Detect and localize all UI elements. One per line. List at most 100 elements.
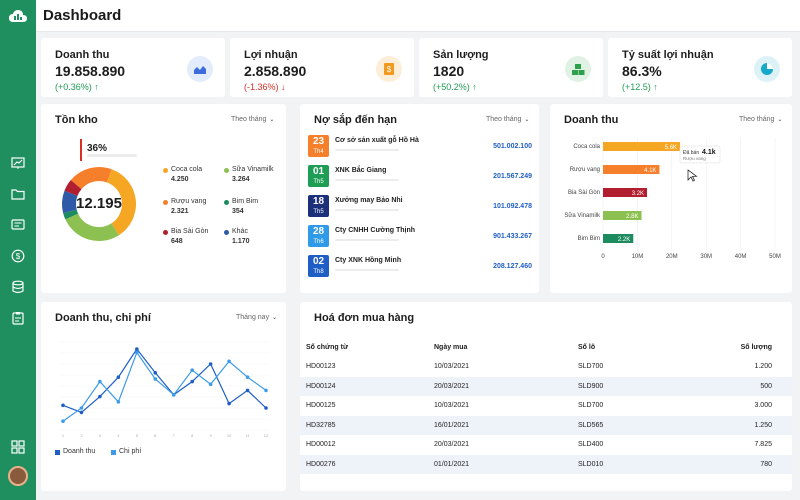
sidebar-item-database[interactable] <box>0 276 36 298</box>
debt-month: Th5 <box>313 209 324 215</box>
series-point[interactable] <box>171 393 176 397</box>
debts-period-select[interactable]: Theo tháng ⌄ <box>486 116 529 123</box>
table-row[interactable]: HD00276 01/01/2021 SLD010 780 <box>300 454 792 474</box>
series-point[interactable] <box>98 379 102 384</box>
debt-day: 02 <box>312 256 325 267</box>
table-cell: SLD700 <box>578 363 604 371</box>
col-header[interactable]: Số lô <box>572 337 682 357</box>
series-point[interactable] <box>208 382 213 387</box>
kpi-card-revenue[interactable]: Doanh thu 19.858.890 (+0.36%) ↑ <box>41 38 225 97</box>
revcost-line-chart: 1 2 3 4 5 6 7 8 9 10 11 12 <box>59 341 270 438</box>
bar-data-label: 4.1K <box>644 168 656 174</box>
sidebar-item-clipboard[interactable] <box>0 307 36 329</box>
x-tick-label: 9 <box>210 433 213 438</box>
series-point[interactable] <box>79 406 84 410</box>
series-line <box>62 348 267 414</box>
sidebar-item-folder[interactable] <box>0 183 36 205</box>
legend-label: Bia Sài Gòn <box>171 228 209 235</box>
series-point[interactable] <box>79 410 84 415</box>
dollar-icon: $ <box>11 249 25 263</box>
donut-slice[interactable] <box>64 179 82 197</box>
series-point[interactable] <box>116 400 121 404</box>
series-point[interactable] <box>264 406 268 410</box>
legend-swatch <box>163 168 168 173</box>
donut-slice[interactable] <box>65 213 119 241</box>
series-point[interactable] <box>245 388 250 393</box>
series-point[interactable] <box>208 362 213 366</box>
donut-highlight-pct: 36% <box>87 143 107 154</box>
legend-value: 648 <box>171 238 183 245</box>
legend-swatch <box>163 200 168 205</box>
bar-data-label: 2.8K <box>626 214 638 220</box>
series-point[interactable] <box>61 403 65 408</box>
debt-row[interactable]: 01 Th5 XNK Bắc Giang 201.567.249 <box>308 165 532 187</box>
series-point[interactable] <box>227 401 231 406</box>
kpi-card-profit[interactable]: Lợi nhuận 2.858.890 (-1.36%) ↓ $ <box>230 38 414 97</box>
tooltip-value: 4.1k <box>702 149 716 156</box>
debt-row[interactable]: 18 Th5 Xưởng may Bảo Nhi 101.092.478 <box>308 195 532 217</box>
series-point[interactable] <box>153 377 158 381</box>
debt-day: 28 <box>312 226 325 237</box>
series-point[interactable] <box>227 359 231 364</box>
series-point[interactable] <box>153 371 158 375</box>
x-tick-label: 1 <box>62 433 65 438</box>
series-point[interactable] <box>135 347 139 351</box>
money-icon: $ <box>376 56 402 82</box>
series-point[interactable] <box>116 375 121 379</box>
table-row[interactable]: HD00124 20/03/2021 SLD900 500 <box>300 376 792 396</box>
legend-label: Doanh thu <box>63 448 96 455</box>
kpi-value: 1820 <box>433 63 465 79</box>
kpi-card-margin[interactable]: Tỷ suất lợi nhuận 86.3% (+12.5) ↑ <box>608 38 792 97</box>
debt-date-badge: 28 Th6 <box>308 225 329 247</box>
table-cell: HD32785 <box>300 415 428 435</box>
boxes-icon <box>565 56 591 82</box>
debt-row[interactable]: 23 Th4 Cơ sở sản xuất gỗ Hồ Hà 501.002.100 <box>308 135 532 157</box>
col-header[interactable]: Số lượng <box>682 337 792 357</box>
bar-category-label: Bia Sài Gòn <box>568 190 600 196</box>
col-header[interactable]: Số chứng từ <box>300 337 428 357</box>
avatar[interactable] <box>8 466 28 486</box>
kpi-value: 19.858.890 <box>55 63 126 79</box>
table-cell: HD00012 <box>306 441 336 449</box>
series-point[interactable] <box>245 375 250 379</box>
series-point[interactable] <box>264 388 268 393</box>
table-row[interactable]: HD00125 10/03/2021 SLD700 3.000 <box>300 396 792 416</box>
donut-slice[interactable] <box>70 167 112 190</box>
series-point[interactable] <box>135 350 139 355</box>
debt-progress-track <box>335 149 399 151</box>
sidebar-item-chart[interactable] <box>0 152 36 174</box>
sidebar-item-dollar[interactable]: $ <box>0 245 36 267</box>
debt-date-badge: 18 Th5 <box>308 195 329 217</box>
debt-progress-track <box>335 179 399 181</box>
table-cell: 20/03/2021 <box>428 376 572 396</box>
col-header[interactable]: Ngày mua <box>428 337 572 357</box>
tooltip-sub: Rượu vang <box>683 156 706 161</box>
table-row[interactable]: HD00012 20/03/2021 SLD400 7.825 <box>300 435 792 455</box>
table-header-row: Số chứng từ Ngày mua Số lô Số lượng <box>300 337 792 357</box>
series-point[interactable] <box>190 379 194 384</box>
cloud-icon[interactable] <box>8 8 28 24</box>
debt-row[interactable]: 02 Th8 Cty XNK Hồng Minh 208.127.460 <box>308 255 532 277</box>
series-point[interactable] <box>61 419 65 423</box>
bar-data-label: 5.6K <box>665 145 677 151</box>
debts-title: Nợ sắp đến hạn <box>314 114 397 126</box>
cursor-icon <box>687 169 698 182</box>
sidebar: $ <box>0 0 36 500</box>
table-row[interactable]: HD32785 16/01/2021 SLD565 1.250 <box>300 415 792 435</box>
kpi-value: 86.3% <box>622 63 662 79</box>
debt-company: Cty CNHH Cường Thịnh <box>335 227 416 234</box>
debt-row[interactable]: 28 Th6 Cty CNHH Cường Thịnh 901.433.267 <box>308 225 532 247</box>
legend-value: 3.264 <box>232 176 250 183</box>
sidebar-item-grid[interactable] <box>0 436 36 458</box>
series-point[interactable] <box>190 368 194 372</box>
series-point[interactable] <box>98 394 102 399</box>
table-row[interactable]: HD00123 10/03/2021 SLD700 1.200 <box>300 357 792 377</box>
kpi-card-output[interactable]: Sản lượng 1820 (+50.2%) ↑ <box>419 38 603 97</box>
legend-swatch <box>55 450 60 455</box>
debt-company: Cơ sở sản xuất gỗ Hồ Hà <box>335 137 419 144</box>
sidebar-item-message[interactable] <box>0 214 36 236</box>
donut-slice[interactable] <box>62 190 78 213</box>
bar-category-label: Rượu vang <box>570 167 600 173</box>
donut-slice[interactable] <box>63 209 79 220</box>
debt-day: 01 <box>312 166 325 177</box>
